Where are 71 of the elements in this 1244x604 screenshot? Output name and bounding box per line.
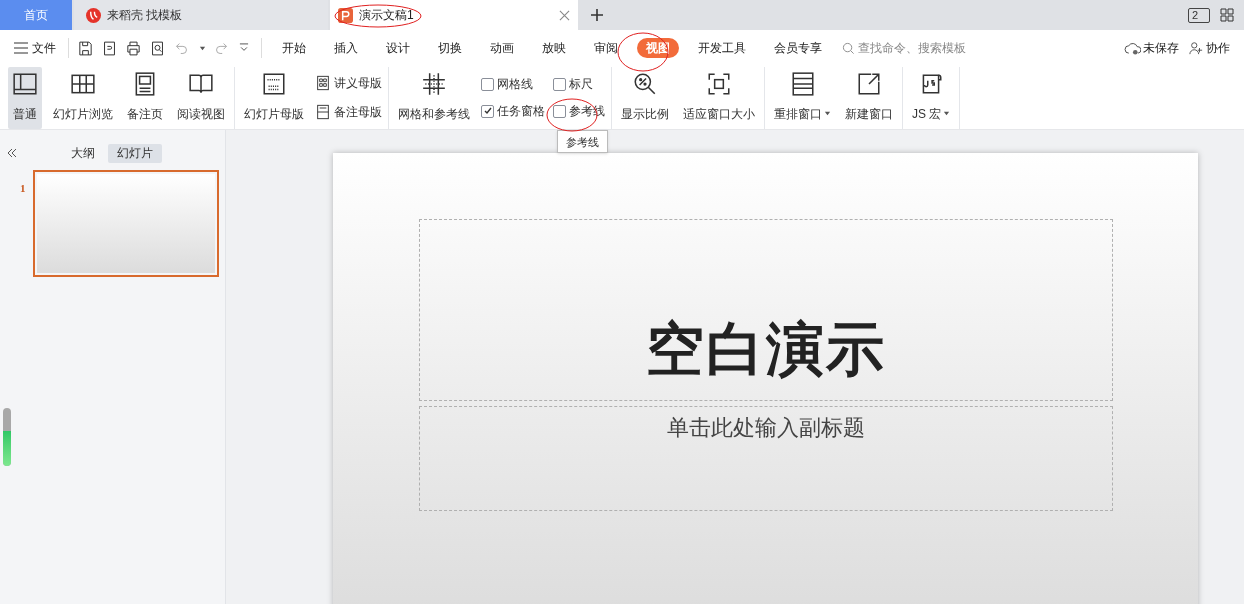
grid-icon[interactable]: [1220, 8, 1234, 22]
export-icon[interactable]: [101, 39, 118, 57]
new-tab-icon[interactable]: [590, 8, 604, 22]
tooltip: 参考线: [557, 130, 608, 153]
slide-subtitle: 单击此处输入副标题: [667, 414, 865, 442]
ribbon-button[interactable]: 新建窗口: [842, 66, 896, 129]
ribbon-button[interactable]: 适应窗口大小: [680, 66, 758, 129]
panel-tab[interactable]: 大纲: [62, 143, 104, 163]
ribbon-tab[interactable]: 切换: [429, 38, 471, 58]
ribbon-button[interactable]: 备注母版: [315, 103, 382, 121]
notes-master-icon: [315, 104, 331, 120]
panel-tab[interactable]: 幻灯片: [108, 143, 162, 163]
collaborate-button[interactable]: 协作: [1189, 39, 1230, 57]
ribbon-button[interactable]: 阅读视图: [174, 66, 228, 129]
checkbox[interactable]: [553, 104, 566, 118]
checkbox-label: 任务窗格: [497, 103, 545, 120]
master-slide-icon: [260, 70, 288, 97]
file-menu[interactable]: 文件: [14, 39, 64, 57]
ribbon-tab[interactable]: 开始: [273, 38, 315, 58]
checkbox-label: 标尺: [569, 76, 593, 93]
handout-icon: [315, 75, 331, 91]
layout-icon: [11, 70, 39, 97]
slide-thumbnail[interactable]: [32, 170, 219, 277]
grid-lines-icon: [420, 70, 448, 97]
checkbox[interactable]: [481, 77, 494, 91]
menu-icon: [14, 42, 28, 54]
new-window-icon: [855, 70, 883, 97]
ribbon-button[interactable]: 讲义母版: [315, 74, 382, 92]
fit-window-icon: [705, 70, 733, 97]
ribbon-tab[interactable]: 放映: [533, 38, 575, 58]
ribbon-button[interactable]: 幻灯片浏览: [50, 66, 116, 129]
checkbox[interactable]: [553, 77, 566, 91]
ribbon-button[interactable]: 显示比例: [618, 66, 672, 129]
window-count-badge[interactable]: 2: [1188, 7, 1210, 23]
cloud-icon: [1124, 41, 1141, 55]
tab-label: 演示文稿1: [359, 7, 414, 24]
document-tab[interactable]: 演示文稿1: [330, 0, 578, 30]
add-user-icon: [1189, 41, 1203, 55]
ribbon-tab[interactable]: 会员专享: [765, 38, 831, 58]
ribbon-tab[interactable]: 审阅: [585, 38, 627, 58]
level-meter: [3, 408, 11, 466]
ribbon-tab[interactable]: 设计: [377, 38, 419, 58]
checkbox[interactable]: [481, 104, 494, 118]
annotation-ellipse: [617, 32, 669, 72]
ribbon-button[interactable]: 网格和参考线: [395, 66, 473, 129]
collapse-icon[interactable]: [6, 147, 18, 159]
docer-logo-icon: [86, 7, 101, 23]
slide-title: 空白演示: [646, 315, 886, 383]
save-icon[interactable]: [77, 39, 94, 57]
ribbon-button[interactable]: JS 宏: [909, 66, 954, 129]
subtitle-placeholder[interactable]: 单击此处输入副标题: [419, 406, 1113, 511]
tab-label: 首页: [24, 7, 48, 24]
close-icon[interactable]: [559, 9, 570, 21]
ribbon-button[interactable]: 重排窗口: [771, 66, 834, 129]
checkbox-label: 网格线: [497, 76, 533, 93]
search-icon: [842, 41, 855, 55]
ribbon-button[interactable]: 幻灯片母版: [241, 66, 307, 129]
caret-icon: [199, 44, 206, 52]
save-status[interactable]: 未保存: [1124, 39, 1179, 57]
ribbon-tab[interactable]: 开发工具: [689, 38, 755, 58]
print-icon[interactable]: [125, 39, 142, 57]
ribbon-tab[interactable]: 动画: [481, 38, 523, 58]
ribbon-button[interactable]: 普通: [8, 66, 42, 129]
search-field[interactable]: 查找命令、搜索模板: [842, 39, 978, 57]
ribbon-tab[interactable]: 插入: [325, 38, 367, 58]
tab-label: 来稻壳 找模板: [107, 7, 183, 24]
print-preview-icon[interactable]: [149, 39, 166, 57]
document-tab[interactable]: 来稻壳 找模板: [74, 0, 328, 30]
title-placeholder[interactable]: 空白演示: [419, 219, 1113, 401]
ribbon-button[interactable]: 备注页: [124, 66, 166, 129]
slide-number: 1: [20, 181, 26, 196]
